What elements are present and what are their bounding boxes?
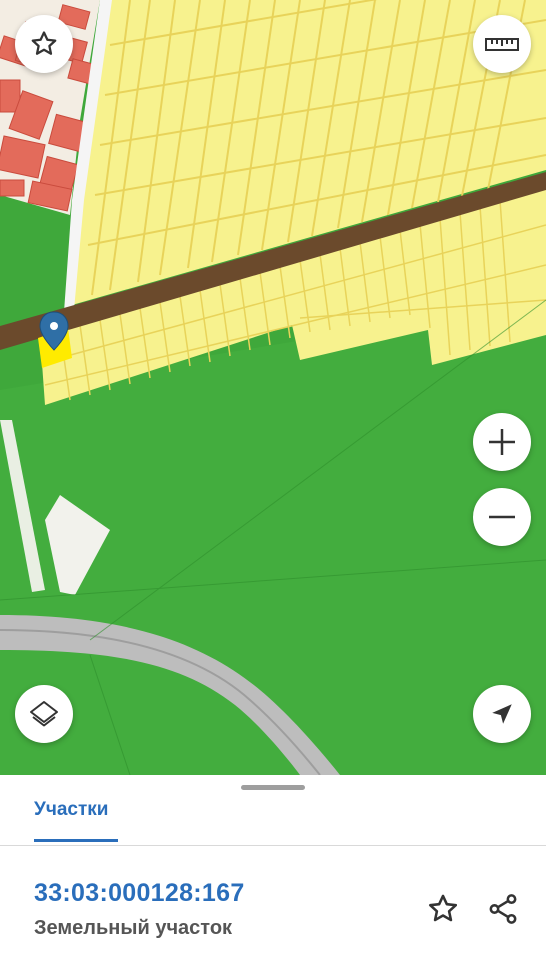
share-button[interactable] <box>483 889 523 929</box>
location-arrow-icon <box>492 704 512 724</box>
drag-handle[interactable] <box>241 785 305 790</box>
star-outline-icon <box>428 894 458 922</box>
star-icon <box>31 31 57 55</box>
map-view[interactable] <box>0 0 546 775</box>
tab-bar: Участки <box>0 775 546 846</box>
layers-icon <box>30 701 58 727</box>
layers-button[interactable] <box>15 685 73 743</box>
ruler-button[interactable] <box>473 15 531 73</box>
plus-icon <box>489 429 515 455</box>
tab-indicator <box>34 839 118 842</box>
bottom-sheet[interactable]: Участки 33:03:000128:167 Земельный участ… <box>0 775 546 960</box>
favorite-parcel-button[interactable] <box>423 889 463 929</box>
zoom-out-button[interactable] <box>473 488 531 546</box>
zoom-in-button[interactable] <box>473 413 531 471</box>
share-icon <box>489 894 517 924</box>
ruler-icon <box>485 38 519 51</box>
parcel-type: Земельный участок <box>34 917 233 939</box>
cadastral-number[interactable]: 33:03:000128:167 <box>34 879 245 908</box>
map-canvas[interactable] <box>0 0 546 775</box>
locate-button[interactable] <box>473 685 531 743</box>
favorite-button[interactable] <box>15 15 73 73</box>
minus-icon <box>489 515 515 519</box>
tab-parcels[interactable]: Участки <box>34 799 108 821</box>
